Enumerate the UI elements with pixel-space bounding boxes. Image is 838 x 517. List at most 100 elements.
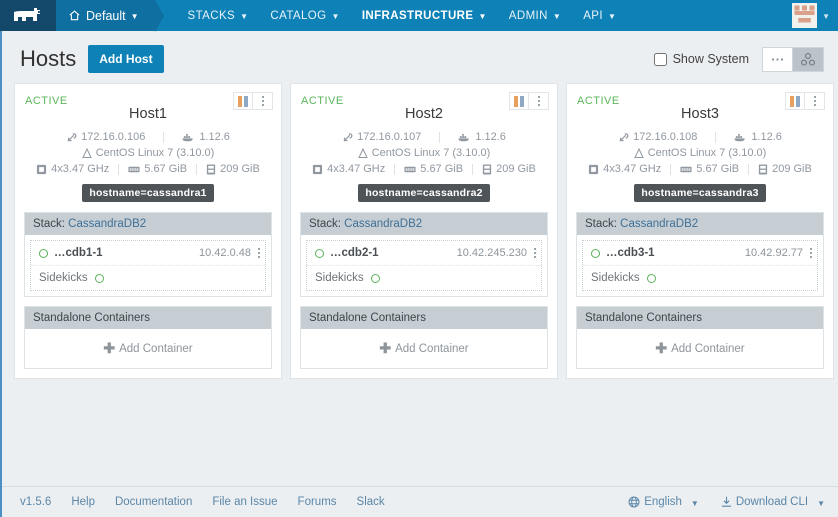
ellipsis-icon-button[interactable]	[762, 46, 793, 72]
show-system-label: Show System	[672, 52, 749, 66]
stack-name-link[interactable]: CassandraDB2	[344, 218, 422, 230]
host-label-badge[interactable]: hostname=cassandra2	[358, 184, 490, 202]
service-state-icon	[315, 248, 324, 258]
host-label-badge[interactable]: hostname=cassandra3	[634, 184, 766, 202]
host-card[interactable]: ACTIVE Host3 172.16.0.108 1.12.6 CentOS …	[566, 83, 834, 379]
add-container-button[interactable]: ✚ Add Container	[301, 329, 547, 368]
host-label-badge[interactable]: hostname=cassandra1	[82, 184, 214, 202]
chevron-down-icon: ▼	[130, 12, 139, 21]
docker-whale-icon	[182, 133, 193, 141]
divider	[472, 163, 474, 175]
host-docker-version: 1.12.6	[182, 131, 230, 143]
stack-name-link[interactable]: CassandraDB2	[620, 218, 698, 230]
stack-panel: Stack: CassandraDB2 …cdb1-1 10.42.0.48 S…	[24, 212, 272, 297]
cpu-icon	[37, 164, 47, 174]
host-overflow-menu-button[interactable]	[529, 92, 549, 110]
sidekicks-label: Sidekicks	[39, 272, 88, 284]
service-row[interactable]: …cdb1-1 10.42.0.48	[31, 241, 265, 266]
memory-icon	[680, 166, 692, 172]
stack-panel-header: Stack: CassandraDB2	[301, 213, 547, 235]
service-list: …cdb2-1 10.42.245.230 Sidekicks	[306, 240, 542, 291]
chevron-down-icon: ▼	[331, 12, 340, 21]
service-row[interactable]: …cdb2-1 10.42.245.230	[307, 241, 541, 266]
sidekicks-row: Sidekicks	[583, 266, 817, 290]
pause-icon	[790, 95, 794, 107]
standalone-containers-panel: Standalone Containers ✚ Add Container	[24, 306, 272, 369]
standalone-containers-panel: Standalone Containers ✚ Add Container	[300, 306, 548, 369]
divider	[394, 163, 396, 175]
host-meta-network: 172.16.0.108 1.12.6	[567, 129, 833, 145]
ellipsis-icon	[771, 57, 784, 61]
page-body: Hosts Add Host Show System ACTIVE Host1 …	[0, 31, 838, 517]
host-docker-version: 1.12.6	[458, 131, 506, 143]
chevron-down-icon: ▼	[817, 498, 825, 508]
host-labels: hostname=cassandra1	[15, 177, 281, 212]
host-card[interactable]: ACTIVE Host1 172.16.0.106 1.12.6 CentOS …	[14, 83, 282, 379]
host-card[interactable]: ACTIVE Host2 172.16.0.107 1.12.6 CentOS …	[290, 83, 558, 379]
service-overflow-menu-icon[interactable]	[258, 248, 260, 258]
service-row[interactable]: …cdb3-1 10.42.92.77	[583, 241, 817, 266]
sidekicks-state-icon	[646, 273, 656, 283]
show-system-toggle[interactable]: Show System	[653, 52, 749, 66]
service-ip: 10.42.245.230	[456, 247, 527, 259]
stack-name-link[interactable]: CassandraDB2	[68, 218, 146, 230]
download-cli-button[interactable]: Download CLI ▼	[721, 496, 825, 508]
host-overflow-menu-button[interactable]	[805, 92, 825, 110]
top-navbar: Default ▼ STACKS ▼ CATALOG ▼ INFRASTRUCT…	[0, 0, 838, 32]
pause-icon-button[interactable]	[785, 92, 805, 110]
divider	[439, 131, 441, 143]
user-menu[interactable]: ▼	[788, 0, 838, 31]
nav-item-catalog[interactable]: CATALOG ▼	[259, 0, 350, 31]
host-os: CentOS Linux 7 (3.10.0)	[81, 147, 214, 159]
chevron-down-icon: ▼	[690, 498, 699, 508]
language-label: English	[644, 496, 682, 508]
chevron-down-icon: ▼	[552, 12, 562, 21]
chevron-down-icon: ▼	[478, 12, 487, 21]
pause-icon-button[interactable]	[233, 92, 253, 110]
host-overflow-menu-button[interactable]	[253, 92, 273, 110]
service-list: …cdb3-1 10.42.92.77 Sidekicks	[582, 240, 818, 291]
footer-link-forums[interactable]: Forums	[298, 496, 337, 508]
nav-item-api[interactable]: API ▼	[572, 0, 627, 31]
footer-link-file-an-issue[interactable]: File an Issue	[212, 496, 277, 508]
divider	[196, 163, 198, 175]
page-header: Hosts Add Host Show System	[2, 31, 838, 83]
add-host-button[interactable]: Add Host	[88, 45, 164, 73]
host-cpu: 4x3.47 GHz	[588, 163, 661, 175]
footer-link-documentation[interactable]: Documentation	[115, 496, 192, 508]
home-icon	[69, 10, 80, 21]
plus-icon: ✚	[655, 340, 668, 356]
user-avatar-icon	[792, 3, 818, 28]
environment-selector[interactable]: Default ▼	[56, 0, 164, 32]
download-icon	[721, 496, 732, 508]
host-docker-version: 1.12.6	[734, 131, 782, 143]
host-memory: 5.67 GiB	[128, 163, 187, 175]
host-disk: 209 GiB	[758, 163, 812, 175]
nav-item-admin[interactable]: ADMIN ▼	[498, 0, 572, 31]
service-overflow-menu-icon[interactable]	[534, 248, 536, 258]
host-ip: 172.16.0.108	[618, 131, 697, 143]
divider	[670, 163, 672, 175]
language-selector[interactable]: English ▼	[628, 496, 699, 508]
memory-icon	[404, 166, 416, 172]
add-container-button[interactable]: ✚ Add Container	[577, 329, 823, 368]
nav-item-infrastructure[interactable]: INFRASTRUCTURE ▼	[351, 0, 498, 31]
status-badge: ACTIVE	[25, 95, 68, 107]
docker-whale-icon	[734, 133, 745, 141]
service-overflow-menu-icon[interactable]	[810, 248, 812, 258]
nav-item-label: INFRASTRUCTURE	[361, 9, 474, 22]
footer-link-help[interactable]: Help	[71, 496, 95, 508]
pause-icon-button[interactable]	[509, 92, 529, 110]
vertical-ellipsis-icon	[813, 96, 816, 106]
show-system-checkbox[interactable]	[653, 52, 667, 66]
disk-icon	[482, 163, 492, 175]
add-container-button[interactable]: ✚ Add Container	[25, 329, 271, 368]
cluster-icon-button[interactable]	[793, 46, 824, 72]
service-ip: 10.42.92.77	[744, 247, 803, 259]
footer-link-slack[interactable]: Slack	[357, 496, 385, 508]
host-meta-os: CentOS Linux 7 (3.10.0)	[291, 145, 557, 161]
nav-item-label: ADMIN	[508, 9, 548, 22]
rancher-cow-logo-icon[interactable]	[0, 0, 56, 31]
host-ip: 172.16.0.106	[66, 131, 145, 143]
nav-item-stacks[interactable]: STACKS ▼	[177, 0, 260, 31]
